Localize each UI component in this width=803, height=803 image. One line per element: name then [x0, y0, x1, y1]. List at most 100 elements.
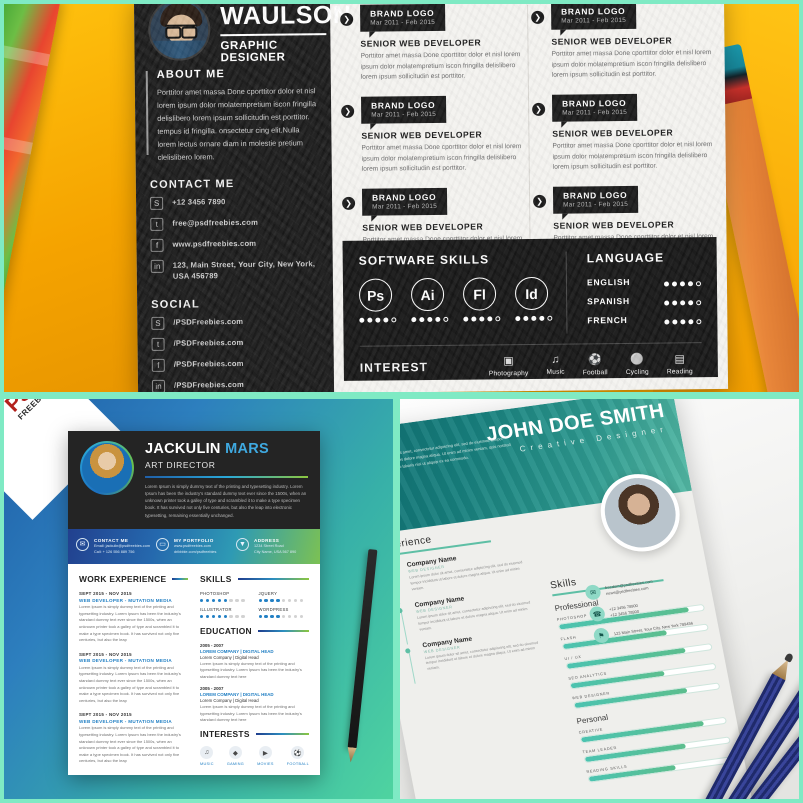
job-date: SEPT 2015 - NOV 2015: [79, 712, 132, 718]
contact-row[interactable]: S/PSDFreebies.com: [151, 315, 321, 330]
brand-tag: BRAND LOGO Mar 2011 - Feb 2015: [551, 93, 638, 122]
interest-label: Reading: [666, 368, 693, 376]
experience-item: ❯ BRAND LOGO Mar 2011 - Feb 2015 SENIOR WEB…: [531, 1, 715, 82]
brand-tag: BRAND LOGO Mar 2011 - Feb 2015: [361, 187, 448, 216]
brand-name: BRAND LOGO: [372, 191, 437, 203]
job-description: Lorem Ipsum is simply dummy text of the …: [79, 725, 181, 764]
edge-top: [0, 0, 803, 4]
location-icon: ▼: [236, 537, 249, 551]
software-skills-heading: SOFTWARE SKILLS: [358, 252, 490, 268]
contact-text: www.psdfreebies.com: [172, 238, 257, 249]
pin-icon: ⚑: [592, 627, 611, 644]
education-program: Lorem Company | Digital Head: [200, 698, 259, 704]
brand-name: BRAND LOGO: [561, 5, 626, 17]
timeline-city: NEW YORK: [400, 652, 408, 661]
contact-block[interactable]: ▼ ADDRESS 1234 Street Road City Name, USA 5…: [236, 537, 312, 555]
software-skills-section: SOFTWARE SKILLS Ps Ai Fl Id: [358, 251, 568, 336]
interest-heading: INTEREST: [359, 359, 429, 375]
chevron-right-icon: ❯: [342, 196, 356, 210]
contact-row[interactable]: in/PSDFreebies.com: [151, 378, 322, 392]
facebook-icon: f: [150, 238, 164, 252]
name-block: PAUL WAULSON GRAPHIC DESIGNER: [220, 0, 352, 65]
contact-block[interactable]: ✉ CONTACT ME Email: jackulin@psdfreebies.c…: [76, 537, 152, 555]
divider: [359, 342, 702, 347]
interests-heading-row: INTERESTS: [200, 729, 309, 739]
contact-text: +12 3456 78900 +12 3456 78900: [608, 602, 640, 618]
experience-item: ❯ BRAND LOGO Mar 2011 - Feb 2015 SENIOR WEB…: [341, 95, 525, 176]
language-heading: LANGUAGE: [586, 250, 665, 266]
camera-icon: ▣: [503, 355, 514, 368]
role-description: Porttitor amet massa Done cporttitor dol…: [552, 141, 713, 172]
interest-label: Football: [582, 369, 608, 377]
brand-name: BRAND LOGO: [370, 7, 435, 19]
software-skill: Ai: [410, 277, 449, 323]
software-icon: Fl: [462, 277, 497, 311]
software-icon: Ps: [358, 278, 393, 312]
contact-row[interactable]: S +12 3456 7890: [150, 195, 320, 210]
contact-row[interactable]: t/PSDFreebies.com: [151, 336, 322, 351]
dark-resume-page: PAUL WAULSON GRAPHIC DESIGNER ABOUT ME P…: [133, 0, 729, 392]
education-heading: EDUCATION: [200, 625, 252, 636]
role-description: Porttitor amet massa Done cporttitor dol…: [361, 143, 522, 174]
brand-tag: BRAND LOGO Mar 2011 - Feb 2015: [551, 1, 637, 30]
education-program: Lorem Company | Digital Head: [200, 654, 259, 660]
date-range: Mar 2011 - Feb 2015: [372, 202, 438, 211]
software-icon: Id: [514, 276, 549, 311]
education-year: 2005 - 2007: [200, 642, 224, 648]
job-entry: SEPT 2015 - NOV 2015 WEB DEVELOPER - MUTA…: [79, 712, 188, 765]
twitter-icon: t: [151, 337, 165, 351]
role-description: Porttitor amet massa Done cporttitor dol…: [551, 49, 712, 80]
contact-heading: CONTACT ME: [94, 537, 129, 543]
divider: [145, 476, 308, 478]
contact-bar: ✉ CONTACT ME Email: jackulin@psdfreebies.c…: [68, 528, 320, 565]
job-date: SEPT 2015 - NOV 2015: [79, 591, 132, 597]
skill-rating: [258, 598, 310, 603]
contact-lines: www.psdfreebies.com dribbble.com/psdfreeb…: [174, 543, 217, 554]
interest-item: ⚽ Football: [583, 353, 608, 376]
chevron-right-icon: ❯: [532, 102, 546, 116]
interest-label: GAMING: [226, 762, 245, 767]
chevron-right-icon: ❯: [533, 194, 547, 208]
interest-item: ◆ GAMING: [227, 746, 244, 766]
about-section: ABOUT ME Porttitor amet massa Done cport…: [135, 67, 332, 165]
education-entry: 2005 - 2007 LOREM COMPANY | DIGITAL HEAD L…: [200, 643, 309, 680]
skills-band: SOFTWARE SKILLS Ps Ai Fl Id LANGUAGE ENGLIS…: [342, 237, 718, 381]
contact-row[interactable]: in 123, Main Street, Your City, New York,…: [150, 258, 321, 283]
role-title: SENIOR WEB DEVELOPER: [362, 221, 484, 233]
resume-body: WORK EXPERIENCE SEPT 2015 - NOV 2015 WEB …: [68, 564, 320, 775]
resume-main: ❯ BRAND LOGO Mar 2011 - Feb 2015 SENIOR WEB…: [330, 0, 728, 392]
phone-icon: ☎: [588, 605, 607, 623]
linkedin-icon: in: [151, 379, 166, 392]
monitor-icon: ▭: [156, 537, 169, 551]
interest-label: Photography: [488, 369, 529, 378]
job-description: Lorem Ipsum is simply dummy text of the …: [79, 604, 181, 643]
interest-label: Cycling: [625, 368, 649, 376]
language-section: LANGUAGE ENGLISH SPANISH FRENCH: [567, 250, 702, 333]
skype-icon: S: [151, 316, 165, 330]
contact-section: CONTACT ME S +12 3456 7890 t free@psdfreebi…: [136, 163, 333, 283]
panel-dark-resume-mockup: PAUL WAULSON GRAPHIC DESIGNER ABOUT ME P…: [0, 0, 803, 392]
contact-row[interactable]: t free@psdfreebies.com: [150, 216, 320, 231]
job-title: GRAPHIC DESIGNER: [220, 39, 286, 65]
work-experience-heading-row: WORK EXPERIENCE: [79, 574, 188, 584]
summary-text: Lorem Ipsum is simply dummy text of the …: [145, 483, 307, 518]
panel-divider-horizontal: [0, 392, 803, 399]
glasses-icon: [165, 24, 198, 33]
role-title: SENIOR WEB DEVELOPER: [551, 35, 673, 47]
football-icon: ⚽: [588, 354, 603, 367]
football-icon: ⚽: [291, 746, 305, 760]
contact-row[interactable]: f www.psdfreebies.com: [150, 237, 320, 252]
software-icon: Ai: [410, 277, 445, 312]
contact-text: /PSDFreebies.com: [173, 358, 244, 369]
contact-row[interactable]: f/PSDFreebies.com: [151, 357, 322, 372]
about-heading: ABOUT ME: [156, 68, 226, 81]
contact-heading: ADDRESS: [254, 537, 280, 543]
language-name: SPANISH: [587, 295, 630, 306]
rating-dots: [411, 316, 449, 323]
contact-block[interactable]: ▭ MY PORTFOLIO www.psdfreebies.com dribbble…: [156, 537, 232, 555]
about-text: Porttitor amet massa Done cporttitor dol…: [156, 86, 317, 162]
interest-item: ▣ Photography: [489, 354, 529, 377]
contact-text: /PSDFreebies.com: [173, 337, 244, 348]
decorative-pencils: [643, 623, 803, 803]
book-icon: ▤: [674, 353, 685, 366]
